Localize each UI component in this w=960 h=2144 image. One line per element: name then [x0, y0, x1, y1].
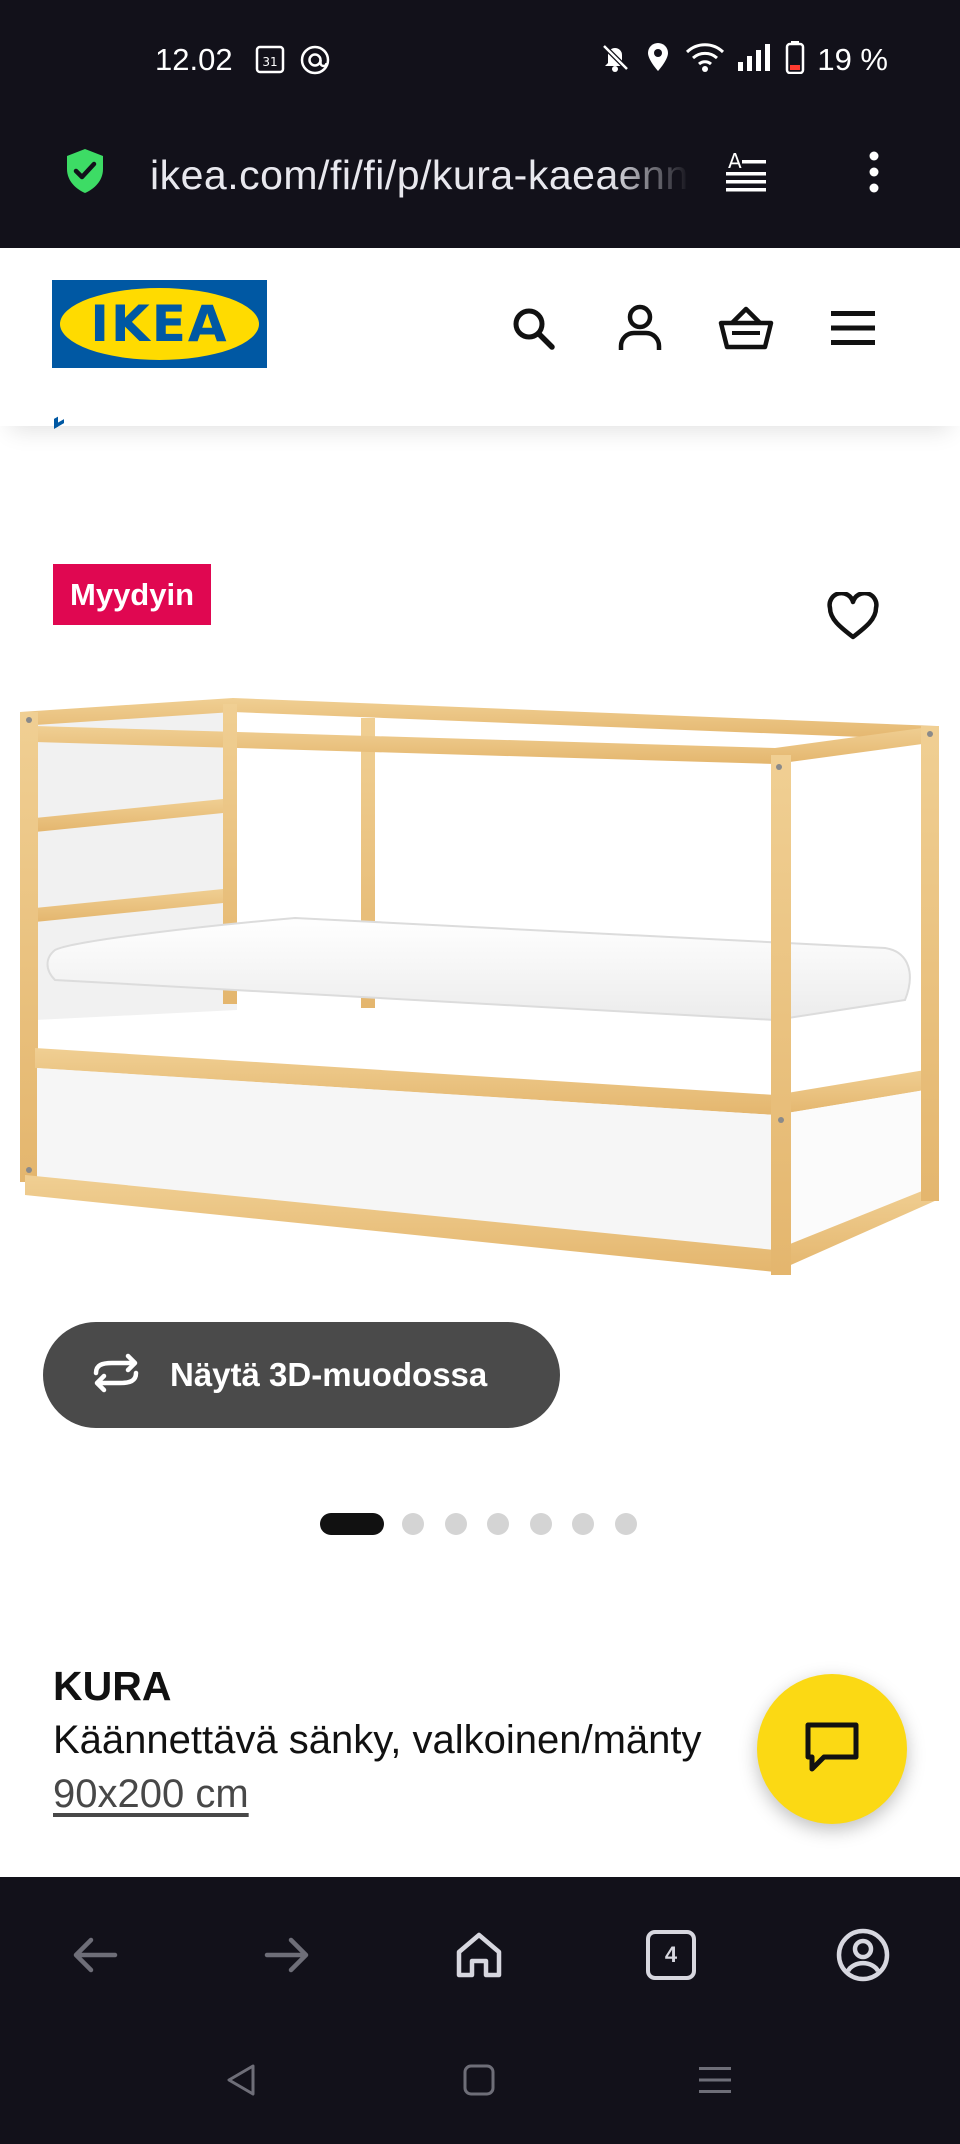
- system-home-icon[interactable]: [454, 2055, 504, 2105]
- carousel-dot[interactable]: [572, 1513, 594, 1535]
- carousel-dot[interactable]: [614, 1513, 637, 1535]
- system-back-icon[interactable]: [216, 2055, 266, 2105]
- svg-text:A: A: [728, 149, 742, 173]
- home-icon[interactable]: [447, 1923, 511, 1987]
- favourite-heart-icon[interactable]: [826, 590, 880, 647]
- status-time: 12.02: [155, 42, 233, 77]
- view-3d-button[interactable]: Näytä 3D-muodossa: [43, 1322, 560, 1428]
- mute-icon: [599, 41, 631, 78]
- search-icon[interactable]: [505, 300, 561, 356]
- carousel-dot[interactable]: [529, 1513, 552, 1535]
- tab-count: 4: [646, 1930, 696, 1980]
- product-image[interactable]: [15, 690, 945, 1290]
- view-3d-label: Näytä 3D-muodossa: [170, 1356, 488, 1393]
- product-size-link[interactable]: 90x200 cm: [53, 1772, 249, 1817]
- location-icon: [643, 41, 673, 78]
- carousel-dot[interactable]: [487, 1513, 509, 1535]
- carousel-dot[interactable]: [402, 1513, 424, 1535]
- rotate-3d-icon: [88, 1353, 144, 1398]
- site-header: IKEA: [0, 248, 960, 426]
- logo-text: IKEA: [90, 295, 229, 353]
- product-description: Käännettävä sänky, valkoinen/mänty: [53, 1718, 702, 1762]
- chat-icon: [802, 1719, 862, 1780]
- image-carousel-dots: [320, 1513, 657, 1535]
- browser-bottom-nav: 4: [0, 1877, 960, 2144]
- reader-mode-icon[interactable]: A: [722, 148, 770, 201]
- threads-icon: [299, 44, 331, 81]
- profile-icon[interactable]: [612, 300, 668, 356]
- tabs-icon[interactable]: 4: [639, 1923, 703, 1987]
- url-input[interactable]: ikea.com/fi/fi/p/kura-kaeaennettaevae-sa…: [150, 152, 690, 199]
- chat-button[interactable]: [757, 1674, 907, 1824]
- calendar-icon: 31: [255, 44, 285, 81]
- carousel-dot[interactable]: [444, 1513, 467, 1535]
- wifi-icon: [685, 41, 725, 78]
- back-icon[interactable]: [63, 1923, 127, 1987]
- bestseller-badge: Myydyin: [53, 564, 212, 625]
- product-name: KURA: [53, 1663, 172, 1709]
- secure-shield-icon[interactable]: [64, 147, 106, 200]
- battery-percent: 19 %: [817, 41, 888, 77]
- forward-icon[interactable]: [255, 1923, 319, 1987]
- carousel-dot-active[interactable]: [320, 1513, 384, 1535]
- calendar-day: 31: [262, 55, 277, 69]
- basket-icon[interactable]: [718, 300, 774, 356]
- account-icon[interactable]: [831, 1923, 895, 1987]
- menu-icon[interactable]: [825, 300, 881, 356]
- status-bar: 12.02 31 19 %: [0, 0, 960, 124]
- system-recents-icon[interactable]: [690, 2055, 740, 2105]
- kura-bed-illustration: [20, 698, 939, 1275]
- signal-icon: [737, 42, 773, 77]
- battery-icon: [785, 40, 805, 79]
- ikea-logo[interactable]: IKEA: [52, 280, 267, 368]
- more-options-icon[interactable]: [862, 148, 886, 201]
